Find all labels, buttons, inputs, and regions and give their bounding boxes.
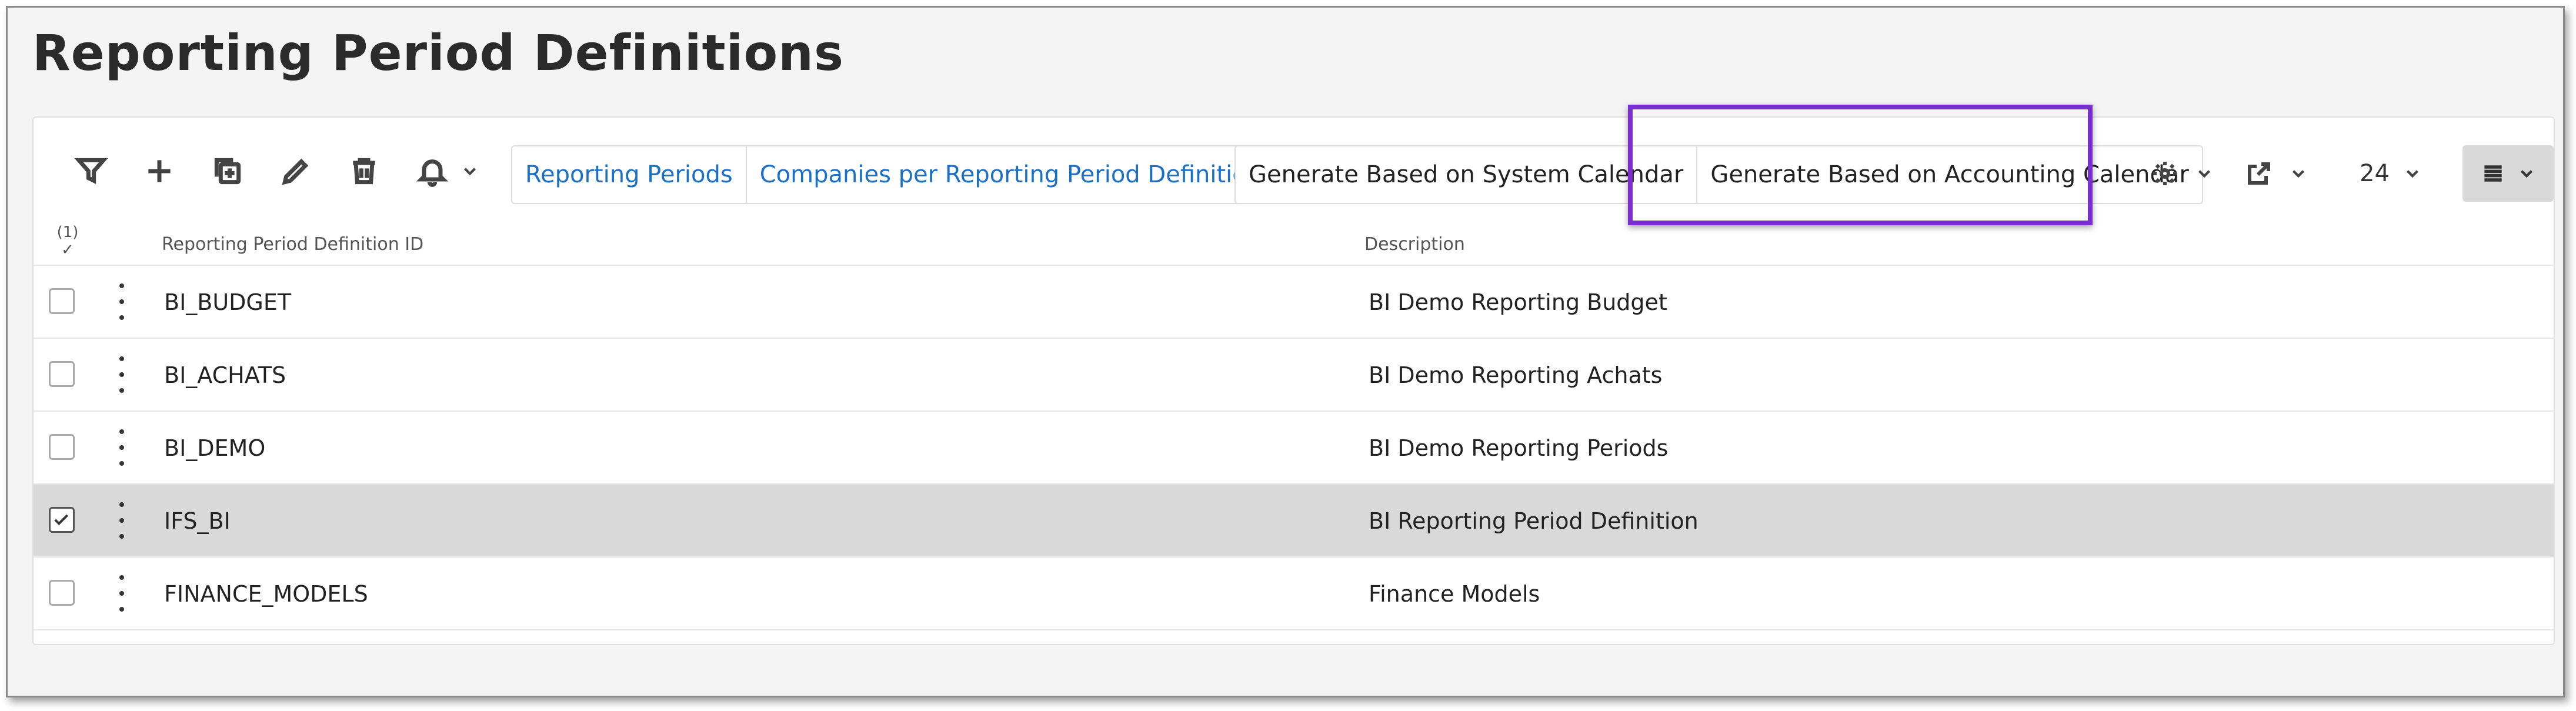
cell-id: BI_BUDGET [164,289,292,315]
row-menu-icon[interactable] [116,575,128,612]
view-mode-button[interactable] [2462,145,2554,202]
cell-id: BI_DEMO [164,435,266,461]
row-checkbox[interactable] [49,580,75,606]
export-icon [2248,162,2270,185]
row-checkbox-checked[interactable] [49,507,75,533]
column-header-description[interactable]: Description [1364,234,1465,255]
row-menu-icon[interactable] [116,502,128,539]
cell-description: BI Demo Reporting Achats [1369,362,1663,388]
row-checkbox[interactable] [49,434,75,460]
table-row[interactable]: FINANCE_MODELS Finance Models [34,558,2554,630]
checkmark-icon [54,514,68,526]
filter-icon[interactable] [70,150,112,192]
add-icon[interactable] [138,150,181,192]
selection-count[interactable]: (1) ✓ [50,223,85,259]
page-title: Reporting Period Definitions [32,24,844,82]
column-header-id[interactable]: Reporting Period Definition ID [162,234,423,255]
generate-system-calendar-button[interactable]: Generate Based on System Calendar [1236,146,1696,203]
row-checkbox[interactable] [49,288,75,314]
highlight-box [1628,105,2093,225]
reporting-periods-button[interactable]: Reporting Periods [512,146,746,203]
window-frame: Reporting Period Definitions Reporting P… [6,6,2565,697]
cell-id: IFS_BI [164,508,231,534]
list-view-icon [2484,165,2502,182]
page-size-value: 24 [2360,160,2390,187]
export-menu[interactable] [2245,150,2308,197]
edit-icon[interactable] [275,150,317,192]
table-row[interactable]: BI_ACHATS BI Demo Reporting Achats [34,339,2554,412]
chevron-down-icon [2406,170,2418,178]
cell-description: BI Reporting Period Definition [1369,508,1699,534]
table-row[interactable]: BI_DEMO BI Demo Reporting Periods [34,412,2554,485]
chevron-down-icon [2198,170,2211,178]
gear-icon [2153,162,2177,185]
settings-menu[interactable] [2151,150,2214,197]
bell-icon[interactable] [411,150,453,192]
toolbar: Reporting Periods Companies per Reportin… [34,118,2554,218]
cell-id: BI_ACHATS [164,362,286,388]
cell-description: BI Demo Reporting Budget [1369,289,1667,315]
table-header: (1) ✓ Reporting Period Definition ID Des… [34,218,2554,266]
companies-per-definition-button[interactable]: Companies per Reporting Period Definitio… [745,146,1307,203]
cell-description: BI Demo Reporting Periods [1369,435,1669,461]
chevron-down-icon [2520,170,2532,178]
row-menu-icon[interactable] [116,283,128,320]
row-menu-icon[interactable] [116,429,128,466]
duplicate-icon[interactable] [206,150,249,192]
cell-id: FINANCE_MODELS [164,581,368,607]
nav-button-group: Reporting Periods Companies per Reportin… [511,145,1309,204]
chevron-down-icon[interactable] [458,150,482,192]
row-menu-icon[interactable] [116,356,128,393]
checkmark-icon: ✓ [61,241,74,259]
delete-icon[interactable] [343,150,385,192]
cell-description: Finance Models [1369,581,1540,607]
page-size-select[interactable]: 24 [2360,150,2422,197]
table-card: Reporting Periods Companies per Reportin… [32,116,2555,645]
chevron-down-icon [2292,170,2305,178]
table-row[interactable]: BI_BUDGET BI Demo Reporting Budget [34,266,2554,339]
row-checkbox[interactable] [49,361,75,387]
table-row-selected[interactable]: IFS_BI BI Reporting Period Definition [34,485,2554,558]
